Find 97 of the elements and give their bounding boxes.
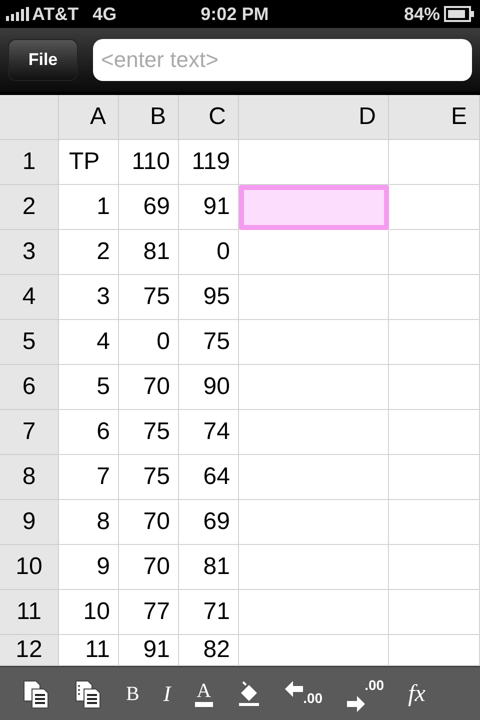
table-cell[interactable]: TP [59, 140, 119, 185]
table-cell[interactable] [239, 140, 389, 185]
row-header[interactable]: 10 [0, 545, 59, 590]
row-header[interactable]: 5 [0, 320, 59, 365]
table-cell[interactable]: 119 [179, 140, 239, 185]
carrier-name: AT&T [32, 2, 79, 26]
table-cell[interactable] [389, 635, 480, 666]
table-cell[interactable] [239, 500, 389, 545]
table-cell[interactable]: 2 [59, 230, 119, 275]
table-cell[interactable]: 6 [59, 410, 119, 455]
table-cell[interactable] [239, 455, 389, 500]
table-cell[interactable]: 9 [59, 545, 119, 590]
row-header[interactable]: 7 [0, 410, 59, 455]
table-cell[interactable] [389, 500, 480, 545]
table-cell[interactable]: 69 [119, 185, 179, 230]
table-cell[interactable]: 64 [179, 455, 239, 500]
decrease-decimal-button[interactable]: .00 [285, 680, 323, 706]
text-color-button[interactable]: A [194, 680, 214, 707]
file-button[interactable]: File [8, 39, 78, 81]
paste-icon[interactable] [74, 678, 102, 708]
function-button[interactable]: fx [408, 676, 426, 712]
table-cell[interactable] [239, 410, 389, 455]
table-cell[interactable] [389, 590, 480, 635]
signal-icon [6, 7, 30, 21]
row-header[interactable]: 8 [0, 455, 59, 500]
table-cell[interactable]: 82 [179, 635, 239, 666]
row-header[interactable]: 1 [0, 140, 59, 185]
table-cell[interactable] [389, 140, 480, 185]
table-cell[interactable]: 0 [119, 320, 179, 365]
table-cell[interactable]: 81 [119, 230, 179, 275]
formula-field[interactable]: <enter text> [93, 39, 472, 81]
battery-icon [444, 6, 474, 22]
table-cell[interactable] [239, 320, 389, 365]
column-header[interactable]: E [389, 95, 480, 140]
table-cell[interactable]: 70 [119, 500, 179, 545]
table-cell[interactable]: 3 [59, 275, 119, 320]
table-cell[interactable] [389, 230, 480, 275]
clock-time: 9:02 PM [200, 2, 269, 26]
table-cell[interactable] [239, 275, 389, 320]
table-cell[interactable]: 75 [179, 320, 239, 365]
table-cell[interactable]: 110 [119, 140, 179, 185]
table-cell[interactable] [389, 185, 480, 230]
table-cell[interactable] [389, 410, 480, 455]
table-cell[interactable] [389, 545, 480, 590]
table-cell[interactable]: 75 [119, 275, 179, 320]
table-cell[interactable]: 10 [59, 590, 119, 635]
table-cell[interactable] [239, 545, 389, 590]
column-header[interactable]: D [239, 95, 389, 140]
table-cell[interactable]: 11 [59, 635, 119, 666]
column-header[interactable]: B [119, 95, 179, 140]
copy-icon[interactable] [22, 678, 50, 708]
table-cell[interactable]: 90 [179, 365, 239, 410]
right-arrow-icon [346, 696, 365, 712]
table-cell[interactable]: 8 [59, 500, 119, 545]
row-header[interactable]: 9 [0, 500, 59, 545]
italic-button[interactable]: I [163, 677, 171, 710]
paint-bucket-icon[interactable] [237, 680, 262, 706]
row-header[interactable]: 6 [0, 365, 59, 410]
table-cell[interactable]: 4 [59, 320, 119, 365]
table-cell[interactable]: 75 [119, 455, 179, 500]
table-cell[interactable]: 7 [59, 455, 119, 500]
network-type: 4G [92, 2, 117, 26]
table-cell[interactable]: 70 [119, 365, 179, 410]
row-header[interactable]: 11 [0, 590, 59, 635]
table-cell[interactable]: 69 [179, 500, 239, 545]
table-cell[interactable]: 71 [179, 590, 239, 635]
row-header[interactable]: 3 [0, 230, 59, 275]
left-arrow-icon [285, 680, 304, 696]
table-cell[interactable] [239, 590, 389, 635]
table-cell[interactable]: 74 [179, 410, 239, 455]
table-cell[interactable]: 91 [119, 635, 179, 666]
table-cell[interactable]: 5 [59, 365, 119, 410]
increase-decimal-button[interactable]: .00 [346, 675, 384, 712]
table-cell[interactable] [389, 275, 480, 320]
row-header[interactable]: 4 [0, 275, 59, 320]
table-cell[interactable]: 70 [119, 545, 179, 590]
corner-header[interactable] [0, 95, 59, 140]
row-header[interactable]: 2 [0, 185, 59, 230]
table-cell[interactable]: 0 [179, 230, 239, 275]
table-cell[interactable]: 77 [119, 590, 179, 635]
row-header[interactable]: 12 [0, 635, 59, 666]
table-cell[interactable] [389, 365, 480, 410]
table-cell[interactable] [239, 230, 389, 275]
table-cell[interactable] [239, 365, 389, 410]
table-cell[interactable] [389, 455, 480, 500]
table-cell[interactable]: 1 [59, 185, 119, 230]
table-cell[interactable] [389, 320, 480, 365]
table-cell[interactable] [239, 635, 389, 666]
table-cell[interactable]: 81 [179, 545, 239, 590]
battery-percent: 84% [404, 2, 440, 26]
column-header[interactable]: A [59, 95, 119, 140]
table-cell[interactable]: 75 [119, 410, 179, 455]
table-cell[interactable]: 95 [179, 275, 239, 320]
bold-button[interactable]: B [126, 678, 140, 708]
table-cell[interactable] [239, 185, 389, 230]
table-cell[interactable]: 91 [179, 185, 239, 230]
column-header[interactable]: C [179, 95, 239, 140]
